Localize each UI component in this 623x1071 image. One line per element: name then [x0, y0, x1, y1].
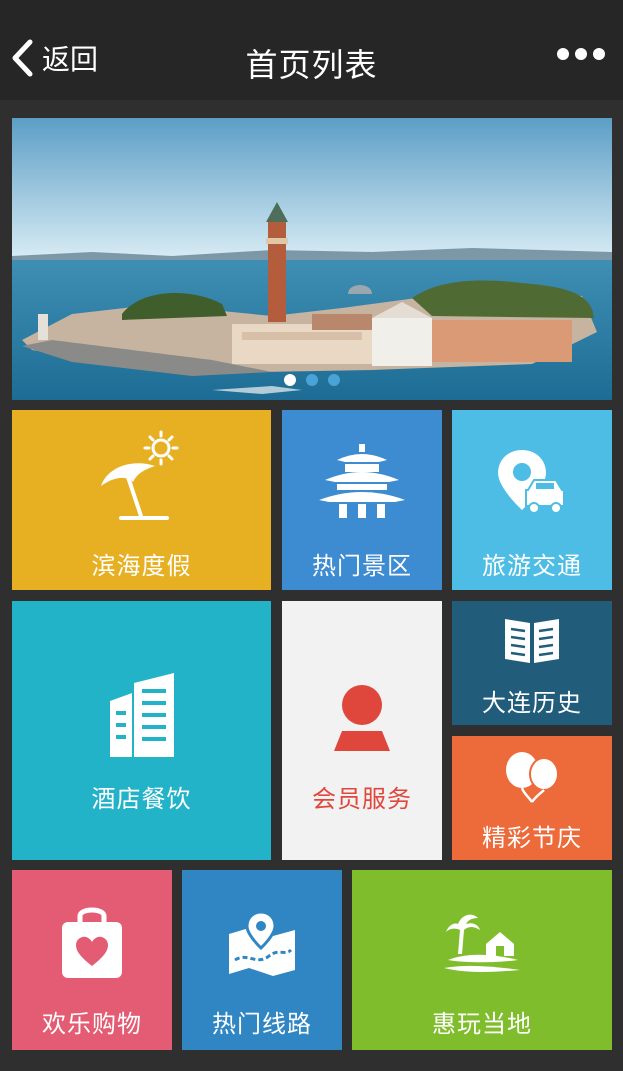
tile-label: 热门线路 — [212, 1010, 312, 1038]
more-button[interactable] — [557, 40, 605, 68]
buildings-icon — [109, 673, 174, 757]
tile-member-services[interactable]: 会员服务 — [282, 601, 442, 860]
shopping-bag-heart-icon — [62, 907, 122, 978]
tile-shopping[interactable]: 欢乐购物 — [12, 870, 172, 1050]
pavilion-icon — [319, 444, 405, 518]
more-dot-icon — [575, 48, 587, 60]
tile-label: 旅游交通 — [482, 552, 582, 580]
more-dot-icon — [593, 48, 605, 60]
carousel-dot[interactable] — [328, 374, 340, 386]
person-icon — [334, 685, 390, 751]
route-map-icon — [229, 912, 295, 976]
carousel-dot[interactable] — [284, 374, 296, 386]
tile-label: 热门景区 — [312, 552, 412, 580]
tile-hotel-dining[interactable]: 酒店餐饮 — [12, 601, 271, 860]
more-dot-icon — [557, 48, 569, 60]
tile-popular-attractions[interactable]: 热门景区 — [282, 410, 442, 590]
tile-travel-transport[interactable]: 旅游交通 — [452, 410, 612, 590]
tile-label: 大连历史 — [482, 689, 582, 717]
open-book-icon — [505, 619, 559, 663]
tile-dalian-history[interactable]: 大连历史 — [452, 601, 612, 725]
tile-label: 惠玩当地 — [432, 1010, 532, 1038]
carousel-dot[interactable] — [306, 374, 318, 386]
island-house-icon — [444, 914, 520, 972]
banner-carousel[interactable] — [12, 118, 612, 400]
banner-image — [12, 118, 612, 400]
tile-popular-routes[interactable]: 热门线路 — [182, 870, 342, 1050]
page-title: 首页列表 — [245, 46, 378, 84]
beach-umbrella-icon — [100, 430, 178, 520]
carousel-indicators — [12, 374, 612, 386]
map-pin-car-icon — [498, 450, 565, 514]
nav-bar: 返回 首页列表 — [0, 18, 623, 100]
tile-label: 会员服务 — [312, 785, 412, 813]
tile-beach-vacation[interactable]: 滨海度假 — [12, 410, 271, 590]
tile-label: 滨海度假 — [91, 552, 192, 580]
tile-label: 精彩节庆 — [482, 824, 582, 852]
tile-label: 欢乐购物 — [42, 1010, 142, 1038]
status-bar — [0, 0, 623, 18]
tile-local-deals[interactable]: 惠玩当地 — [352, 870, 612, 1050]
balloons-icon — [506, 752, 559, 803]
tile-festivals[interactable]: 精彩节庆 — [452, 736, 612, 860]
tile-label: 酒店餐饮 — [91, 785, 192, 813]
